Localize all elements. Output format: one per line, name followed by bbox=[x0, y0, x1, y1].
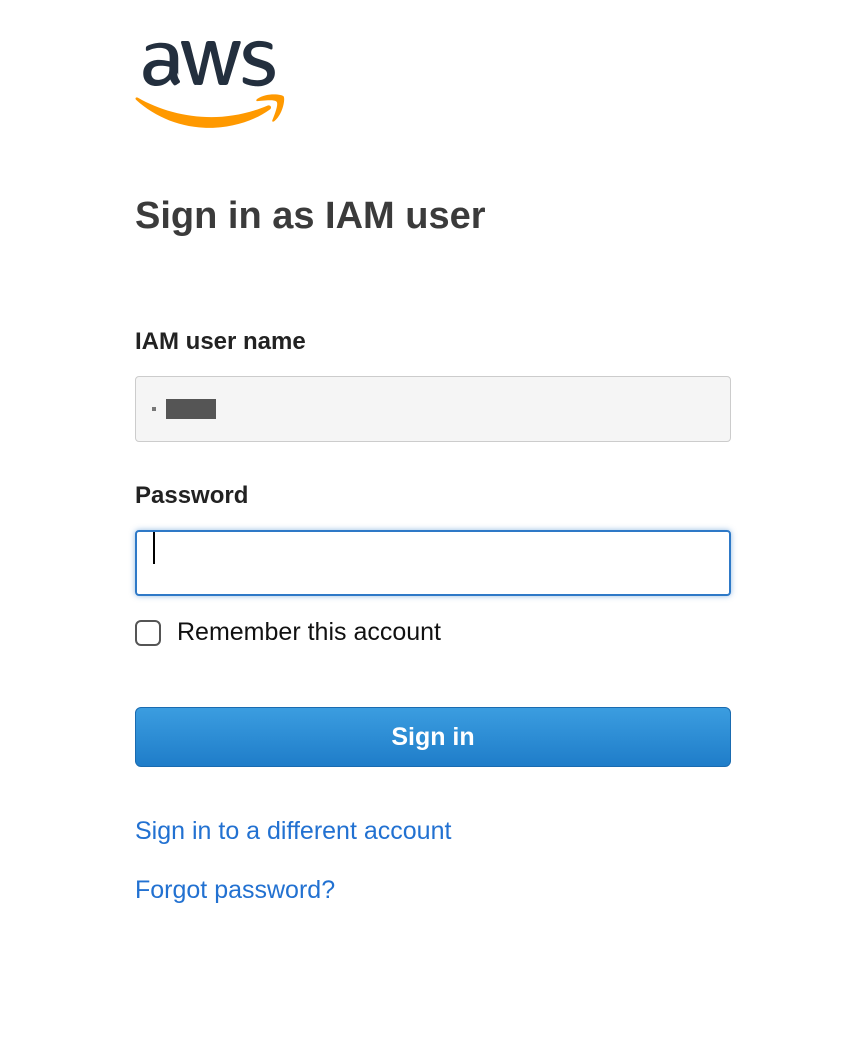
password-input[interactable] bbox=[135, 530, 731, 596]
page-title: Sign in as IAM user bbox=[135, 195, 731, 238]
username-label: IAM user name bbox=[135, 328, 731, 356]
forgot-password-link[interactable]: Forgot password? bbox=[135, 876, 731, 905]
aws-logo bbox=[135, 40, 731, 135]
username-input[interactable] bbox=[135, 376, 731, 442]
signin-button[interactable]: Sign in bbox=[135, 707, 731, 767]
remember-label: Remember this account bbox=[177, 618, 441, 647]
different-account-link[interactable]: Sign in to a different account bbox=[135, 817, 731, 846]
password-label: Password bbox=[135, 482, 731, 510]
remember-row[interactable]: Remember this account bbox=[135, 618, 731, 647]
remember-checkbox[interactable] bbox=[135, 620, 161, 646]
username-group: IAM user name bbox=[135, 328, 731, 442]
username-redacted-value bbox=[152, 377, 216, 441]
password-group: Password bbox=[135, 482, 731, 596]
text-cursor bbox=[153, 532, 155, 564]
